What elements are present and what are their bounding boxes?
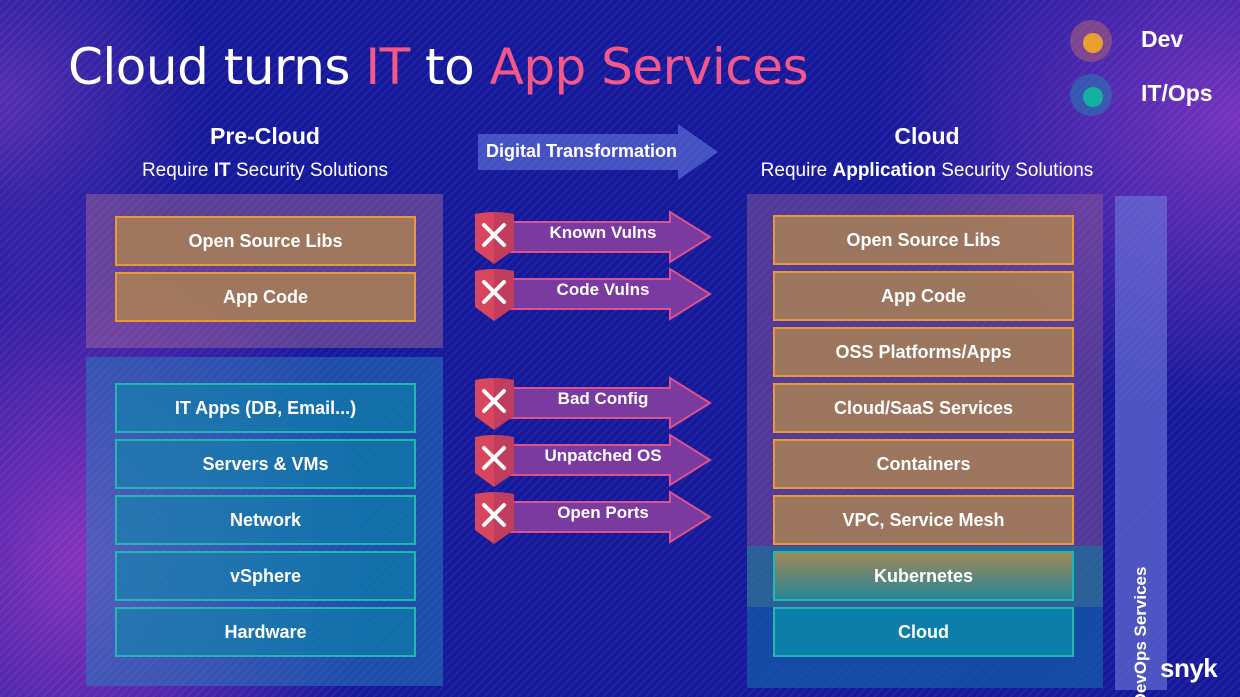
digital-transformation-arrow: Digital Transformation <box>478 124 720 180</box>
cloud-layer-cloud: Cloud <box>773 607 1074 657</box>
legend-label: Dev <box>1141 26 1184 52</box>
threat-label: Open Ports <box>557 503 649 522</box>
threat-label: Unpatched OS <box>544 446 662 465</box>
threat-open-ports: Open Ports <box>472 490 714 548</box>
shield-x-icon <box>475 212 514 264</box>
pre-cloud-layer-vsphere: vSphere <box>115 551 416 601</box>
pre-cloud-layer-open-source-libs: Open Source Libs <box>115 216 416 266</box>
devops-services-bar: DevOps Services <box>1115 196 1167 697</box>
pre-cloud-layer-it-apps: IT Apps (DB, Email...) <box>115 383 416 433</box>
threat-label: Known Vulns <box>549 223 657 242</box>
title-part-1: Cloud turns <box>68 38 366 96</box>
subtitle-bold: Application <box>832 160 936 181</box>
pre-cloud-layer-app-code: App Code <box>115 272 416 322</box>
cloud-layer-containers: Containers <box>773 439 1074 489</box>
subtitle-text: Require <box>760 160 833 181</box>
pre-cloud-subtitle: Require IT Security Solutions <box>85 160 445 182</box>
threat-label: Bad Config <box>557 389 649 408</box>
subtitle-text: Security Solutions <box>230 160 389 181</box>
cloud-layer-vpc-service-mesh: VPC, Service Mesh <box>773 495 1074 545</box>
title-accent-app-services: App Services <box>489 38 809 96</box>
legend-label: IT/Ops <box>1141 80 1213 106</box>
shield-x-icon <box>475 435 514 487</box>
pre-cloud-header: Pre-Cloud Require IT Security Solutions <box>85 123 445 182</box>
title-accent-it: IT <box>365 38 410 96</box>
subtitle-bold: IT <box>213 160 231 181</box>
pre-cloud-layer-servers-vms: Servers & VMs <box>115 439 416 489</box>
cloud-layer-app-code: App Code <box>773 271 1074 321</box>
threat-bad-config: Bad Config <box>472 376 714 434</box>
subtitle-text: Security Solutions <box>935 160 1094 181</box>
snyk-logo: snyk <box>1160 653 1218 683</box>
devops-services-label: DevOps Services <box>1131 566 1150 697</box>
itops-dot-icon <box>1070 74 1112 116</box>
shield-x-icon <box>475 269 514 321</box>
cloud-layer-kubernetes: Kubernetes <box>773 551 1074 601</box>
pre-cloud-heading: Pre-Cloud <box>210 123 320 149</box>
threat-code-vulns: Code Vulns <box>472 267 714 325</box>
cloud-header: Cloud Require Application Security Solut… <box>737 123 1117 182</box>
title-part-2: to <box>409 38 490 96</box>
shield-x-icon <box>475 378 514 430</box>
slide-title: Cloud turns IT to App Services <box>68 38 809 96</box>
pre-cloud-layer-network: Network <box>115 495 416 545</box>
cloud-subtitle: Require Application Security Solutions <box>737 160 1117 182</box>
threat-unpatched-os: Unpatched OS <box>472 433 714 491</box>
threat-known-vulns: Known Vulns <box>472 210 714 268</box>
cloud-heading: Cloud <box>894 123 960 149</box>
cloud-layer-open-source-libs: Open Source Libs <box>773 215 1074 265</box>
pre-cloud-layer-hardware: Hardware <box>115 607 416 657</box>
shield-x-icon <box>475 492 514 544</box>
subtitle-text: Require <box>141 160 214 181</box>
dev-dot-icon <box>1070 20 1112 62</box>
digital-transformation-label: Digital Transformation <box>486 141 678 161</box>
threat-label: Code Vulns <box>556 280 650 299</box>
cloud-layer-oss-platforms: OSS Platforms/Apps <box>773 327 1074 377</box>
cloud-layer-cloud-saas: Cloud/SaaS Services <box>773 383 1074 433</box>
